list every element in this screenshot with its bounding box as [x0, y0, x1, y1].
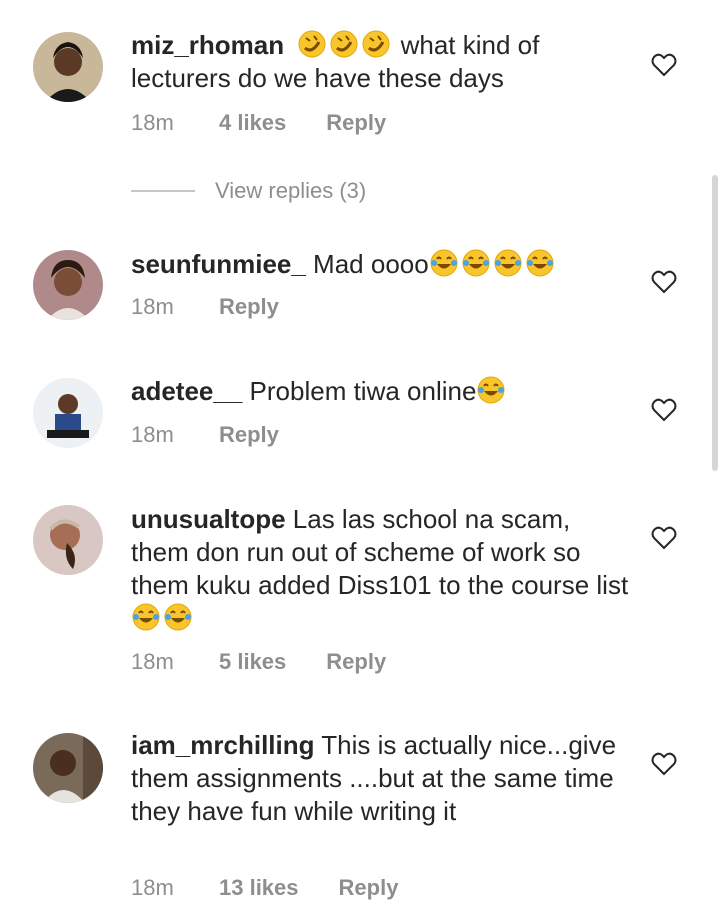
- like-heart-icon[interactable]: [651, 752, 677, 776]
- tears-of-joy-emoji: [163, 602, 193, 632]
- comment-time: 18m: [131, 110, 174, 135]
- view-replies-button[interactable]: View replies (3): [131, 178, 366, 204]
- tears-of-joy-emoji: [429, 248, 459, 278]
- rofl-emoji: [361, 29, 391, 59]
- rofl-emoji: [329, 29, 359, 59]
- reply-button[interactable]: Reply: [219, 294, 279, 320]
- tears-of-joy-emoji: [131, 602, 161, 632]
- likes-count[interactable]: 5 likes: [219, 649, 286, 675]
- like-heart-icon[interactable]: [651, 526, 677, 550]
- scrollbar[interactable]: [712, 175, 718, 471]
- likes-count[interactable]: 4 likes: [219, 110, 286, 136]
- comment-time: 18m: [131, 649, 174, 674]
- reply-button[interactable]: Reply: [326, 649, 386, 675]
- like-heart-icon[interactable]: [651, 53, 677, 77]
- comment-body: Problem tiwa online: [242, 376, 477, 406]
- avatar[interactable]: [33, 733, 103, 803]
- comment-time: 18m: [131, 294, 174, 319]
- comment-meta: 18m Reply: [131, 294, 279, 320]
- like-heart-icon[interactable]: [651, 398, 677, 422]
- comment-username[interactable]: unusualtope: [131, 504, 286, 534]
- comment-text: seunfunmiee_ Mad oooo: [131, 248, 631, 281]
- comment-meta: 18m 5 likes Reply: [131, 649, 386, 675]
- reply-button[interactable]: Reply: [219, 422, 279, 448]
- avatar[interactable]: [33, 250, 103, 320]
- reply-button[interactable]: Reply: [326, 110, 386, 136]
- comment-username[interactable]: iam_mrchilling: [131, 730, 315, 760]
- tears-of-joy-emoji: [525, 248, 555, 278]
- view-replies-label: View replies (3): [215, 178, 367, 203]
- tears-of-joy-emoji: [476, 375, 506, 405]
- divider-line: [131, 190, 195, 192]
- like-heart-icon[interactable]: [651, 270, 677, 294]
- avatar[interactable]: [33, 505, 103, 575]
- tears-of-joy-emoji: [493, 248, 523, 278]
- rofl-emoji: [297, 29, 327, 59]
- comment-meta: 18m 13 likes Reply: [131, 875, 398, 901]
- comment-username[interactable]: adetee__: [131, 376, 242, 406]
- comment-meta: 18m 4 likes Reply: [131, 110, 386, 136]
- comment-username[interactable]: miz_rhoman: [131, 30, 284, 60]
- comment-time: 18m: [131, 875, 174, 900]
- comment-meta: 18m Reply: [131, 422, 279, 448]
- comment-text: iam_mrchilling This is actually nice...g…: [131, 729, 631, 828]
- avatar[interactable]: [33, 32, 103, 102]
- comment-text: unusualtope Las las school na scam, them…: [131, 503, 631, 635]
- tears-of-joy-emoji: [461, 248, 491, 278]
- comment-text: miz_rhoman what kind of lecturers do we …: [131, 29, 631, 95]
- reply-button[interactable]: Reply: [339, 875, 399, 901]
- comment-time: 18m: [131, 422, 174, 447]
- comment-text: adetee__ Problem tiwa online: [131, 375, 631, 408]
- comment-username[interactable]: seunfunmiee_: [131, 249, 306, 279]
- comment-body: Mad oooo: [305, 249, 429, 279]
- avatar[interactable]: [33, 378, 103, 448]
- likes-count[interactable]: 13 likes: [219, 875, 299, 901]
